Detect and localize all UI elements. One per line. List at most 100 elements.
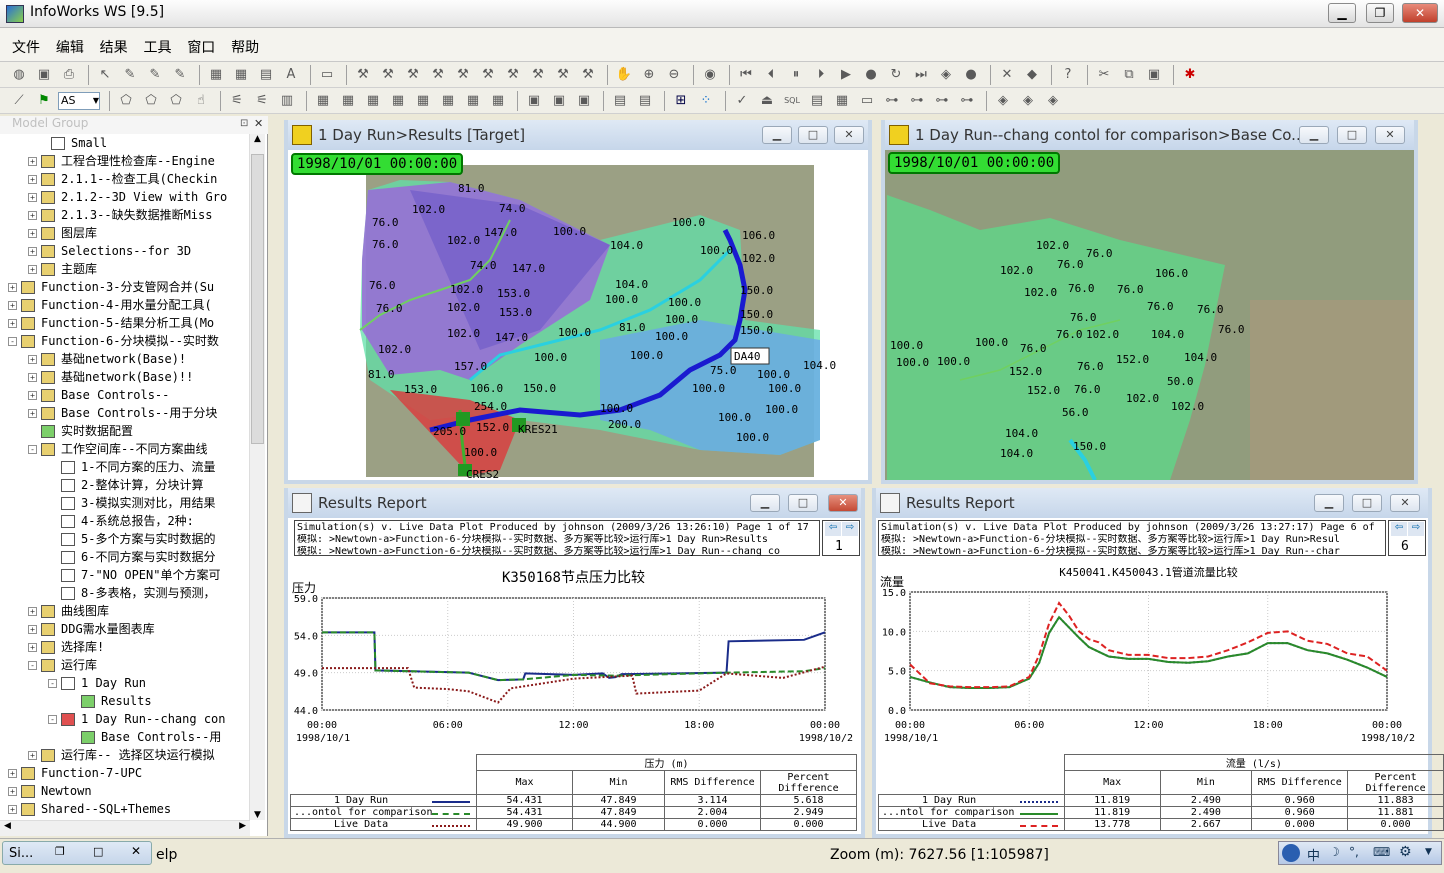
hand-icon[interactable]: ☝ <box>190 90 212 112</box>
expand-icon[interactable]: + <box>28 750 37 760</box>
node-tool-icon[interactable]: ⚒ <box>427 64 449 86</box>
sql-icon[interactable]: SQL <box>781 90 803 112</box>
edit-tool-icon[interactable]: ✎ <box>144 64 166 86</box>
tree-item[interactable]: + 主题库 <box>0 260 250 278</box>
menu-help[interactable]: 帮助 <box>231 37 259 57</box>
grid-icon[interactable]: ▦ <box>230 64 252 86</box>
tree-item[interactable]: + Newtown <box>0 782 250 800</box>
nodes-icon[interactable]: ⁘ <box>695 90 717 112</box>
network-map-1[interactable]: DA40 81.0102.0 74.0147.0 100.0102.0100.010… <box>288 150 868 480</box>
tree-item[interactable]: + Shared--SQL+Themes <box>0 800 250 818</box>
close-icon[interactable]: ✕ <box>131 844 141 858</box>
expand-icon[interactable]: + <box>8 300 17 310</box>
collapse-icon[interactable]: - <box>28 660 37 670</box>
mode-combo[interactable]: AS ▼ <box>58 91 100 110</box>
close-button[interactable]: ✕ <box>834 126 864 144</box>
expand-icon[interactable]: + <box>8 786 17 796</box>
keyboard-icon[interactable]: ⌨ <box>1373 845 1390 859</box>
expand-icon[interactable]: + <box>28 408 37 418</box>
edit-tool-icon[interactable]: ✎ <box>119 64 141 86</box>
tree-item[interactable]: + Base Controls-- <box>0 386 250 404</box>
select-tool-icon[interactable]: ⬠ <box>140 90 162 112</box>
tree-item[interactable]: - 1 Day Run <box>0 674 250 692</box>
tree-item[interactable]: + DDG需水量图表库 <box>0 620 250 638</box>
menu-edit[interactable]: 编辑 <box>56 37 84 57</box>
expand-icon[interactable]: + <box>28 390 37 400</box>
expand-icon[interactable]: + <box>28 354 37 364</box>
edit-tool-icon[interactable]: ✎ <box>169 64 191 86</box>
chart-icon[interactable]: ▤ <box>609 90 631 112</box>
step-forward-icon[interactable]: ⏵ <box>810 64 832 86</box>
language-indicator[interactable]: 中 <box>1307 845 1320 864</box>
pipe-icon[interactable]: ⊶ <box>881 90 903 112</box>
node-tool-icon[interactable]: ⚒ <box>452 64 474 86</box>
grid-tool-icon[interactable]: ▦ <box>337 90 359 112</box>
expand-icon[interactable]: + <box>28 372 37 382</box>
ruler-icon[interactable]: ▭ <box>316 64 338 86</box>
tree-item[interactable]: 8-多表格，实测与预测， <box>0 584 250 602</box>
run-icon[interactable]: ◈ <box>1017 90 1039 112</box>
tree-item[interactable]: 4-系统总报告，2种: <box>0 512 250 530</box>
run-icon[interactable]: ◈ <box>1042 90 1064 112</box>
scroll-right-icon[interactable]: ▶ <box>239 821 246 831</box>
expand-icon[interactable]: + <box>28 156 37 166</box>
tree-horizontal-scrollbar[interactable]: ◀ ▶ <box>0 820 250 836</box>
network-tool-icon[interactable]: ⚟ <box>226 90 248 112</box>
chevron-down-icon[interactable]: ▼ <box>1425 847 1432 857</box>
language-bar[interactable]: 中 ☽ °, ⌨ ⚙ ▼ <box>1278 841 1442 865</box>
delete-icon[interactable]: ✕ <box>996 64 1018 86</box>
tree-item[interactable]: + 运行库-- 选择区块运行模拟 <box>0 746 250 764</box>
network-map-2[interactable]: 102.076.0102.0 76.0106.0102.0 76.0 76.076.0… <box>885 150 1414 480</box>
expand-icon[interactable]: + <box>28 606 37 616</box>
grid-tool-icon[interactable]: ▦ <box>437 90 459 112</box>
pipe-icon[interactable]: ⊶ <box>931 90 953 112</box>
tree-item[interactable]: + Base Controls--用于分块 <box>0 404 250 422</box>
pin-icon[interactable]: ⊡ <box>240 118 248 129</box>
table-icon[interactable]: ▦ <box>831 90 853 112</box>
paste-icon[interactable]: ▣ <box>1143 64 1165 86</box>
erase-icon[interactable]: ◆ <box>1021 64 1043 86</box>
save-icon[interactable]: ▣ <box>33 64 55 86</box>
cut-icon[interactable]: ✂ <box>1093 64 1115 86</box>
loop-icon[interactable]: ↻ <box>885 64 907 86</box>
maximize-button[interactable]: □ <box>1337 126 1367 144</box>
expand-icon[interactable]: + <box>28 642 37 652</box>
window-tool-icon[interactable]: ▣ <box>548 90 570 112</box>
select-tool-icon[interactable]: ⬠ <box>115 90 137 112</box>
step-back-icon[interactable]: ⏴ <box>760 64 782 86</box>
tree-item[interactable]: - 工作空间库--不同方案曲线 <box>0 440 250 458</box>
tree-item[interactable]: 实时数据配置 <box>0 422 250 440</box>
expand-icon[interactable]: + <box>28 174 37 184</box>
grid-tool-icon[interactable]: ▦ <box>462 90 484 112</box>
expand-icon[interactable]: + <box>8 318 17 328</box>
expand-icon[interactable]: + <box>28 624 37 634</box>
punct-icon[interactable]: °, <box>1349 845 1359 859</box>
globe-icon[interactable]: ◉ <box>699 64 721 86</box>
prev-page-icon[interactable]: ⇦ <box>1391 522 1407 536</box>
tree-item[interactable]: +2.1.1--检查工具(Checkin <box>0 170 250 188</box>
tree-item[interactable]: + 图层库 <box>0 224 250 242</box>
moon-icon[interactable]: ☽ <box>1329 845 1340 859</box>
pipe-icon[interactable]: ⊶ <box>956 90 978 112</box>
maximize-button[interactable]: □ <box>798 126 828 144</box>
maximize-icon[interactable]: □ <box>93 845 103 858</box>
maximize-button[interactable]: □ <box>788 494 818 512</box>
node-tool-icon[interactable]: ⚒ <box>402 64 424 86</box>
expand-icon[interactable]: + <box>8 804 17 814</box>
menu-tools[interactable]: 工具 <box>143 37 171 57</box>
grid-icon[interactable]: ▦ <box>205 64 227 86</box>
zoom-out-icon[interactable]: ⊖ <box>663 64 685 86</box>
prev-page-icon[interactable]: ⇦ <box>825 522 841 536</box>
expand-icon[interactable]: + <box>8 768 17 778</box>
node-tool-icon[interactable]: ⚒ <box>577 64 599 86</box>
node-tool-icon[interactable]: ⚒ <box>377 64 399 86</box>
tree-item[interactable]: 3-模拟实测对比，用结果 <box>0 494 250 512</box>
maximize-button[interactable]: □ <box>1352 494 1382 512</box>
book-icon[interactable]: ▥ <box>276 90 298 112</box>
grid-tool-icon[interactable]: ▦ <box>387 90 409 112</box>
grid-tool-icon[interactable]: ▦ <box>412 90 434 112</box>
flag-icon[interactable]: ⚑ <box>33 90 55 112</box>
scroll-thumb[interactable] <box>251 154 264 444</box>
window-tool-icon[interactable]: ▣ <box>573 90 595 112</box>
grid-tool-icon[interactable]: ▦ <box>312 90 334 112</box>
